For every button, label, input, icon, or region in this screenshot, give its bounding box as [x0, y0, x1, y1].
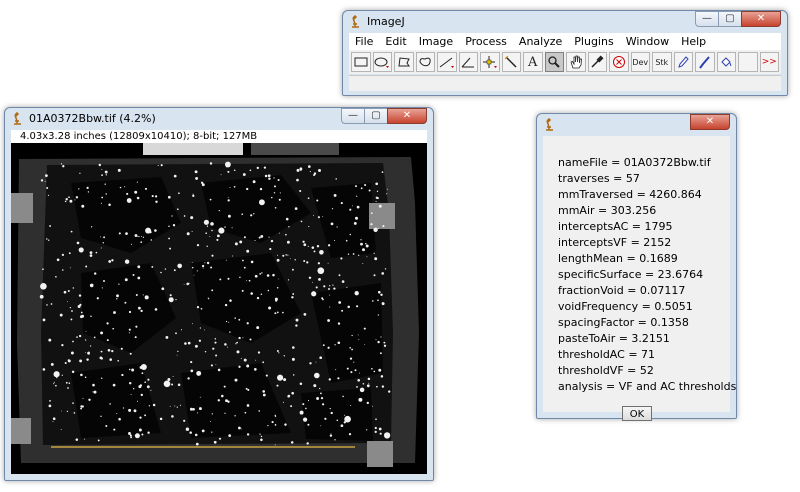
more-tools[interactable]: >>: [759, 52, 779, 72]
polygon-tool[interactable]: [394, 52, 414, 72]
angle-tool[interactable]: [458, 52, 478, 72]
result-length-mean: lengthMean = 0.1689: [558, 252, 678, 265]
stack-menu-icon: Stk: [655, 57, 669, 67]
tool-bar: A Dev Stk >>: [349, 50, 781, 74]
menu-bar: File Edit Image Process Analyze Plugins …: [349, 33, 781, 50]
close-icon: ✕: [756, 13, 766, 24]
result-spacing-factor: spacingFactor = 0.1358: [558, 316, 689, 329]
window-title: ImageJ: [367, 15, 405, 28]
result-analysis: analysis = VF and AC thresholds: [558, 380, 737, 393]
hand-tool-icon: [570, 55, 582, 69]
stack-menu-tool[interactable]: Stk: [652, 52, 672, 72]
menu-help[interactable]: Help: [675, 35, 712, 48]
dropper-tool-icon: [591, 55, 604, 68]
minimize-button[interactable]: —: [341, 108, 365, 124]
magnifier-tool-icon: [548, 56, 560, 68]
concrete-specimen-image: [11, 143, 419, 467]
close-icon: ✕: [705, 116, 715, 127]
microscope-icon: [546, 118, 553, 131]
close-icon: ✕: [402, 110, 412, 121]
freehand-tool[interactable]: [415, 52, 435, 72]
imagej-main-window: ImageJ — ▢ ✕ File Edit Image Process Ana…: [342, 10, 788, 96]
menu-edit[interactable]: Edit: [379, 35, 412, 48]
maximize-icon: ▢: [725, 13, 735, 24]
flood-fill-tool-icon: [721, 57, 732, 67]
line-tool-icon: [439, 57, 454, 68]
close-button[interactable]: ✕: [741, 11, 781, 27]
image-title-bar[interactable]: 01A0372Bbw.tif (4.2%) — ▢ ✕: [5, 108, 433, 130]
image-canvas[interactable]: [11, 143, 427, 474]
result-namefile: nameFile = 01A0372Bbw.tif: [558, 156, 711, 169]
menu-plugins[interactable]: Plugins: [568, 35, 619, 48]
result-threshold-vf: thresholdVF = 52: [558, 364, 654, 377]
developer-menu-tool[interactable]: Dev: [630, 52, 650, 72]
result-mm-traversed: mmTraversed = 4260.864: [558, 188, 702, 201]
menu-process[interactable]: Process: [459, 35, 513, 48]
status-bar: [349, 75, 781, 91]
blank-tool[interactable]: [738, 52, 758, 72]
stop-tool[interactable]: [609, 52, 629, 72]
maximize-button[interactable]: ▢: [718, 11, 742, 27]
minimize-icon: —: [348, 110, 358, 121]
menu-image[interactable]: Image: [413, 35, 459, 48]
angle-tool-icon: [461, 57, 475, 68]
oval-tool[interactable]: [372, 52, 392, 72]
close-button[interactable]: ✕: [690, 114, 730, 130]
result-paste-to-air: pasteToAir = 3.2151: [558, 332, 670, 345]
freehand-tool-icon: [419, 57, 431, 67]
line-tool[interactable]: [437, 52, 457, 72]
results-window: ✕ nameFile = 01A0372Bbw.tif traverses = …: [536, 113, 737, 421]
image-info-line: 4.03x3.28 inches (12809x10410); 8-bit; 1…: [11, 130, 427, 143]
results-title-bar[interactable]: ✕: [537, 114, 736, 136]
menu-window[interactable]: Window: [620, 35, 675, 48]
oval-tool-icon: [374, 57, 390, 68]
close-button[interactable]: ✕: [387, 108, 427, 124]
maximize-icon: ▢: [371, 110, 381, 121]
brush-tool[interactable]: [695, 52, 715, 72]
magnifier-tool[interactable]: [544, 52, 564, 72]
brush-tool-icon: [698, 56, 710, 69]
pencil-tool-icon: [678, 56, 689, 68]
point-tool[interactable]: [480, 52, 500, 72]
maximize-button[interactable]: ▢: [364, 108, 388, 124]
window-title: 01A0372Bbw.tif (4.2%): [29, 112, 156, 125]
text-tool[interactable]: A: [523, 52, 543, 72]
minimize-icon: —: [702, 13, 712, 24]
dropper-tool[interactable]: [587, 52, 607, 72]
menu-analyze[interactable]: Analyze: [513, 35, 568, 48]
result-void-frequency: voidFrequency = 0.5051: [558, 300, 693, 313]
result-intercepts-vf: interceptsVF = 2152: [558, 236, 672, 249]
microscope-icon: [14, 112, 21, 125]
minimize-button[interactable]: —: [695, 11, 719, 27]
result-fraction-void: fractionVoid = 0.07117: [558, 284, 686, 297]
stop-tool-icon: [612, 56, 625, 68]
wand-tool[interactable]: [501, 52, 521, 72]
point-tool-icon: [482, 56, 497, 68]
more-tools-icon: >>: [761, 57, 777, 67]
result-mm-air: mmAir = 303.256: [558, 204, 657, 217]
ok-button[interactable]: OK: [622, 406, 652, 421]
rectangle-tool-icon: [354, 57, 368, 67]
text-tool-icon: A: [528, 54, 538, 70]
menu-file[interactable]: File: [349, 35, 379, 48]
developer-menu-icon: Dev: [632, 57, 649, 67]
polygon-tool-icon: [398, 57, 410, 67]
rectangle-tool[interactable]: [351, 52, 371, 72]
result-traverses: traverses = 57: [558, 172, 640, 185]
hand-tool[interactable]: [566, 52, 586, 72]
image-window: 01A0372Bbw.tif (4.2%) — ▢ ✕ 4.03x3.28 in…: [4, 107, 434, 481]
results-panel: nameFile = 01A0372Bbw.tif traverses = 57…: [543, 136, 736, 421]
result-intercepts-ac: interceptsAC = 1795: [558, 220, 673, 233]
microscope-icon: [352, 15, 359, 28]
flood-fill-tool[interactable]: [716, 52, 736, 72]
pencil-tool[interactable]: [673, 52, 693, 72]
wand-tool-icon: [504, 55, 517, 68]
result-specific-surface: specificSurface = 23.6764: [558, 268, 704, 281]
imagej-title-bar[interactable]: ImageJ — ▢ ✕: [343, 11, 787, 33]
result-threshold-ac: thresholdAC = 71: [558, 348, 656, 361]
